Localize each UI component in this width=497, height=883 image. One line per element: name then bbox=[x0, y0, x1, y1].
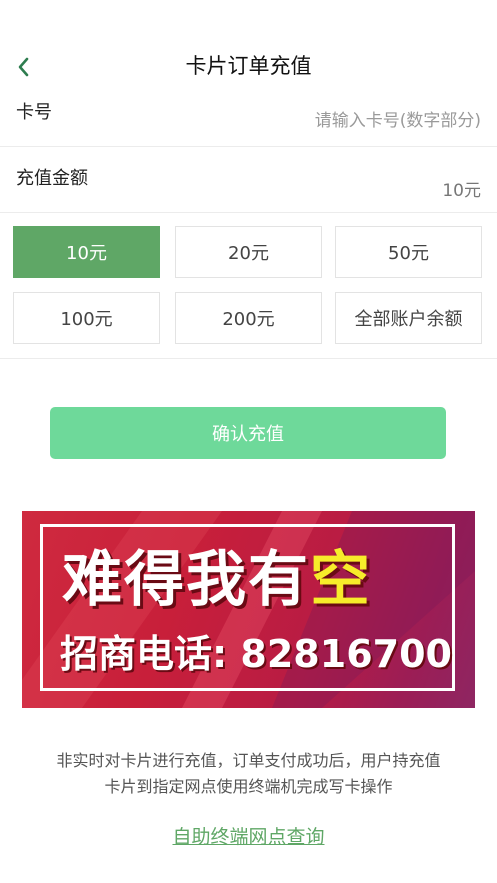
notice-line-1: 非实时对卡片进行充值，订单支付成功后，用户持充值 bbox=[56, 751, 441, 770]
amount-options: 10元 20元 50元 100元 200元 全部账户余额 bbox=[0, 212, 497, 359]
notice-line-2: 卡片到指定网点使用终端机完成写卡操作 bbox=[104, 777, 393, 796]
amount-option-20[interactable]: 20元 bbox=[175, 226, 322, 278]
terminal-locator-link[interactable]: 自助终端网点查询 bbox=[0, 822, 497, 849]
amount-option-all-balance[interactable]: 全部账户余额 bbox=[335, 292, 482, 344]
amount-label: 充值金额 bbox=[16, 168, 88, 189]
card-number-input[interactable] bbox=[181, 106, 481, 136]
amount-option-50[interactable]: 50元 bbox=[335, 226, 482, 278]
amount-row: 充值金额 10元 bbox=[0, 146, 497, 213]
amount-option-10[interactable]: 10元 bbox=[13, 226, 160, 278]
banner-phone: 招商电话: 82816700 bbox=[60, 632, 452, 676]
card-number-label: 卡号 bbox=[16, 102, 52, 123]
amount-option-100[interactable]: 100元 bbox=[13, 292, 160, 344]
promo-banner[interactable]: 难得我有空 招商电话: 82816700 bbox=[22, 511, 475, 708]
page-title: 卡片订单充值 bbox=[185, 54, 312, 78]
amount-value: 10元 bbox=[442, 181, 481, 201]
nav-bar: 卡片订单充值 bbox=[0, 40, 497, 92]
banner-headline: 难得我有空 bbox=[62, 531, 372, 618]
banner-headline-white: 难得我有 bbox=[62, 545, 310, 615]
banner-headline-yellow: 空 bbox=[310, 545, 372, 615]
confirm-recharge-button[interactable]: 确认充值 bbox=[50, 407, 446, 459]
amount-option-200[interactable]: 200元 bbox=[175, 292, 322, 344]
card-number-row: 卡号 bbox=[0, 92, 497, 147]
